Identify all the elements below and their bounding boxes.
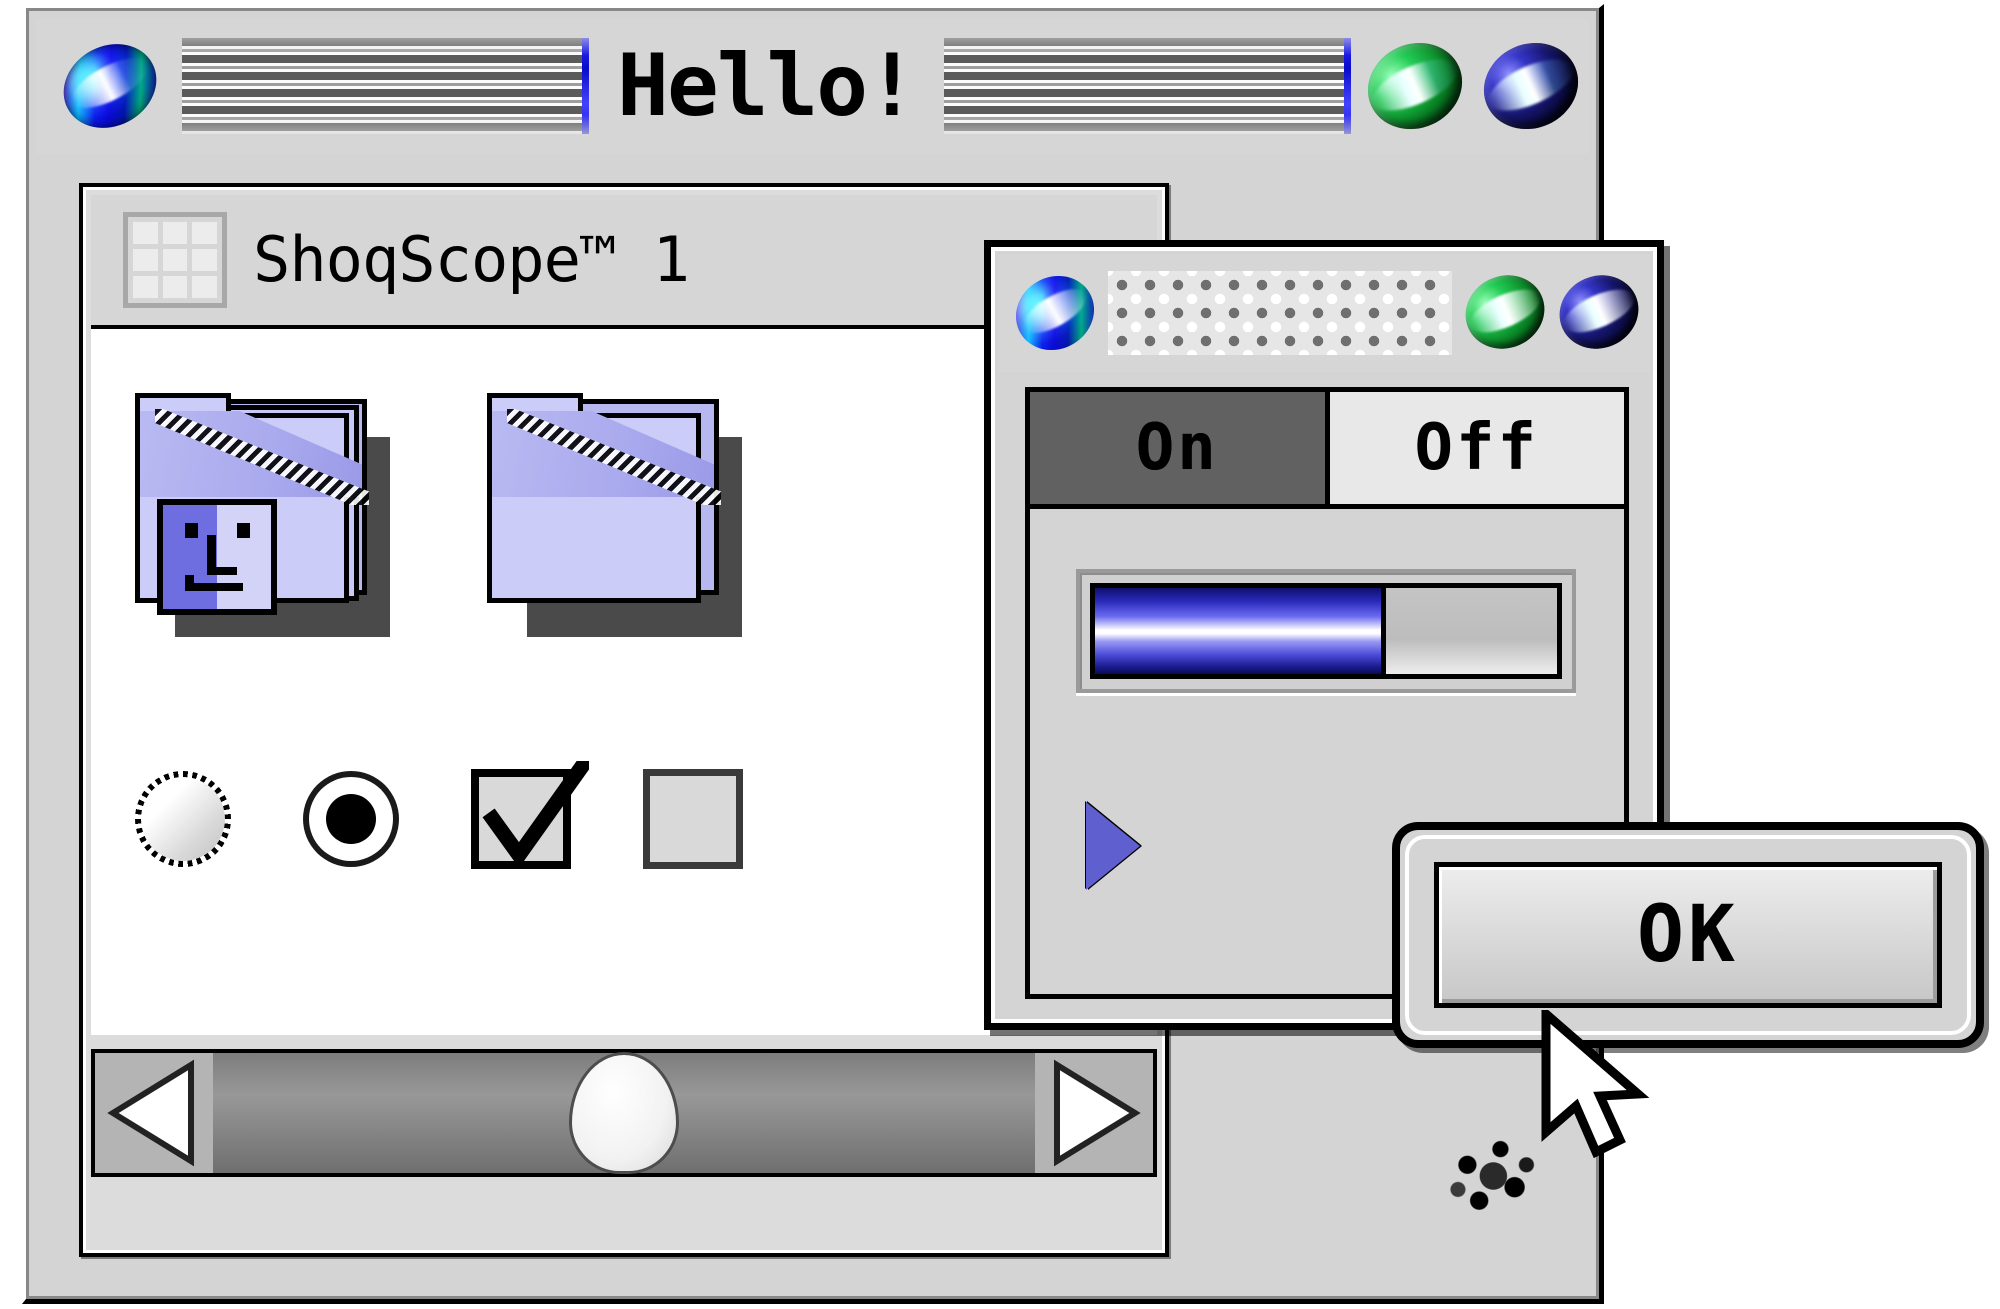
progress-bar-well bbox=[1076, 569, 1576, 693]
dialog-titlebar-pattern bbox=[1108, 271, 1452, 355]
progress-bar-fill bbox=[1095, 588, 1387, 674]
panel-title: ShoqScope™ 1 bbox=[253, 223, 690, 296]
arrow-pointer bbox=[1540, 1004, 1650, 1170]
cd-disc-icon[interactable] bbox=[48, 28, 172, 144]
titlebar-pinstripe-right bbox=[943, 34, 1354, 138]
checkmark-icon bbox=[482, 761, 589, 868]
titlebar-pinstripe-left bbox=[182, 34, 592, 138]
screen: Hello! ShoqScope™ 1 On Off OK bbox=[0, 0, 2000, 1309]
left-arrow-icon bbox=[107, 1059, 194, 1167]
dialog-titlebar[interactable] bbox=[998, 254, 1651, 372]
scrollbar-track[interactable] bbox=[213, 1052, 1035, 1174]
radio-selected[interactable] bbox=[303, 771, 399, 867]
grow-box-icon[interactable] bbox=[1432, 1120, 1550, 1232]
checkbox-unchecked[interactable] bbox=[643, 769, 743, 869]
ok-button[interactable]: OK bbox=[1434, 862, 1942, 1008]
dialog-cd-disc-icon[interactable] bbox=[1002, 261, 1108, 365]
controls-row bbox=[135, 761, 743, 869]
progress-bar[interactable] bbox=[1090, 583, 1562, 679]
default-button-ring: OK bbox=[1392, 822, 1984, 1048]
radio-unselected[interactable] bbox=[135, 771, 231, 867]
dialog-green-orb-button[interactable] bbox=[1453, 262, 1557, 362]
green-orb-button[interactable] bbox=[1354, 28, 1476, 144]
tab-on[interactable]: On bbox=[1030, 392, 1325, 504]
blue-orb-button[interactable] bbox=[1470, 28, 1592, 144]
checkbox-checked[interactable] bbox=[471, 761, 589, 869]
on-off-tab-group: On Off bbox=[1025, 387, 1629, 509]
grid-3x3-icon bbox=[123, 212, 227, 308]
horizontal-scrollbar[interactable] bbox=[91, 1049, 1157, 1177]
scroll-thumb[interactable] bbox=[569, 1052, 679, 1174]
main-window-title: Hello! bbox=[617, 36, 918, 136]
main-window-titlebar[interactable]: Hello! bbox=[36, 18, 1592, 154]
finder-face-icon bbox=[157, 499, 277, 615]
folder-icon[interactable] bbox=[487, 393, 742, 643]
scroll-right-arrow[interactable] bbox=[1035, 1053, 1153, 1173]
progress-bar-remainder bbox=[1386, 588, 1557, 674]
tab-off[interactable]: Off bbox=[1324, 392, 1624, 504]
dialog-blue-orb-button[interactable] bbox=[1547, 262, 1651, 362]
folder-with-finder-face-icon[interactable] bbox=[135, 393, 390, 643]
disclosure-triangle-icon[interactable] bbox=[1086, 802, 1140, 890]
scroll-left-arrow[interactable] bbox=[95, 1053, 213, 1173]
right-arrow-icon bbox=[1054, 1059, 1141, 1167]
